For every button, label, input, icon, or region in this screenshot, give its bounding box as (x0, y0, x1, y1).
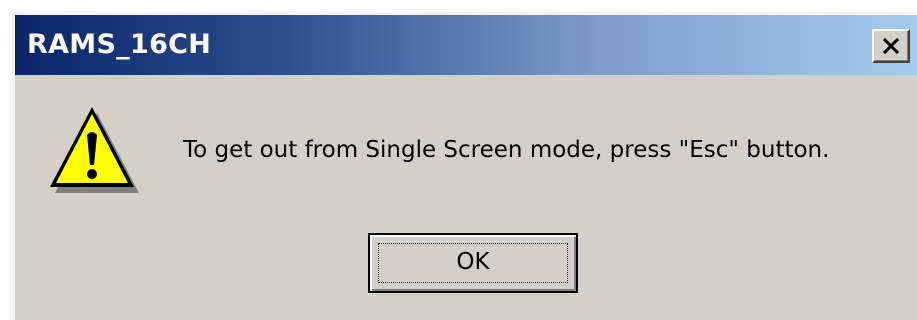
close-icon (882, 38, 900, 54)
window-title: RAMS_16CH (27, 29, 212, 60)
warning-icon (50, 107, 139, 193)
ok-button[interactable]: OK (368, 233, 578, 293)
close-button[interactable] (872, 29, 910, 63)
dialog-message: To get out from Single Screen mode, pres… (183, 137, 830, 163)
ok-button-label: OK (456, 249, 490, 275)
title-bar[interactable]: RAMS_16CH (15, 15, 917, 75)
message-dialog: RAMS_16CH To get out from Single Screen … (12, 12, 917, 320)
